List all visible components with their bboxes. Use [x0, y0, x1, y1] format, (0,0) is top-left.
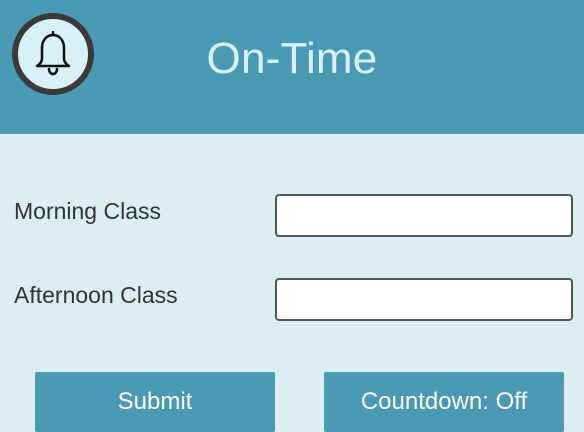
app-header: On-Time	[0, 0, 584, 134]
afternoon-class-label: Afternoon Class	[14, 282, 178, 308]
bell-icon	[12, 13, 94, 95]
app-title: On-Time	[206, 34, 378, 83]
countdown-toggle-button[interactable]: Countdown: Off	[324, 372, 564, 432]
afternoon-class-input[interactable]	[275, 278, 573, 321]
morning-class-label: Morning Class	[14, 198, 161, 224]
submit-button[interactable]: Submit	[35, 372, 275, 432]
morning-class-input[interactable]	[275, 194, 573, 237]
